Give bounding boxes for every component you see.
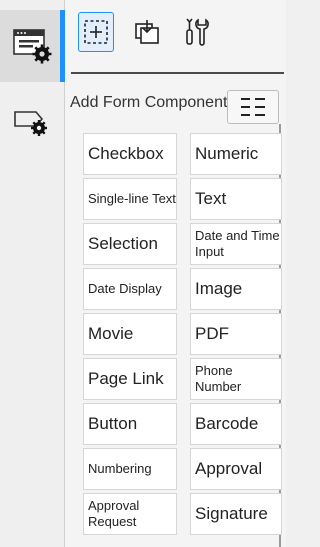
toolbar-divider — [71, 72, 284, 74]
add-field-tool[interactable] — [78, 12, 114, 52]
window-gear-icon — [13, 29, 52, 64]
layers-tool[interactable] — [129, 12, 165, 52]
component-button[interactable]: Button — [83, 403, 177, 445]
left-rail — [0, 0, 65, 547]
component-movie[interactable]: Movie — [83, 313, 177, 355]
component-selection[interactable]: Selection — [83, 223, 177, 265]
component-phone-number[interactable]: Phone Number — [190, 358, 282, 400]
view-toggle-button[interactable] — [227, 90, 279, 124]
toolbar — [65, 0, 286, 72]
component-single-line-text[interactable]: Single-line Text — [83, 178, 177, 220]
component-barcode[interactable]: Barcode — [190, 403, 282, 445]
component-date-display[interactable]: Date Display — [83, 268, 177, 310]
component-image[interactable]: Image — [190, 268, 282, 310]
component-numbering[interactable]: Numbering — [83, 448, 177, 490]
component-numeric[interactable]: Numeric — [190, 133, 282, 175]
tools-icon — [186, 18, 209, 46]
list-view-icon — [241, 98, 265, 116]
tools-tool[interactable] — [178, 12, 214, 52]
layers-icon — [135, 20, 159, 44]
main-panel: Add Form Components Checkbox Numeric Sin… — [65, 0, 286, 547]
form-settings-button[interactable] — [0, 10, 65, 82]
component-signature[interactable]: Signature — [190, 493, 282, 535]
component-approval-request[interactable]: Approval Request — [83, 493, 177, 535]
component-date-time-input[interactable]: Date and Time Input — [190, 223, 282, 265]
component-page-link[interactable]: Page Link — [83, 358, 177, 400]
section-title: Add Form Components — [70, 94, 235, 111]
add-field-icon — [84, 20, 108, 44]
component-grid: Checkbox Numeric Single-line Text Text S… — [83, 133, 283, 543]
component-text[interactable]: Text — [190, 178, 282, 220]
tag-gear-icon — [14, 111, 47, 136]
component-pdf[interactable]: PDF — [190, 313, 282, 355]
component-approval[interactable]: Approval — [190, 448, 282, 490]
object-settings-button[interactable] — [0, 86, 64, 158]
component-checkbox[interactable]: Checkbox — [83, 133, 177, 175]
